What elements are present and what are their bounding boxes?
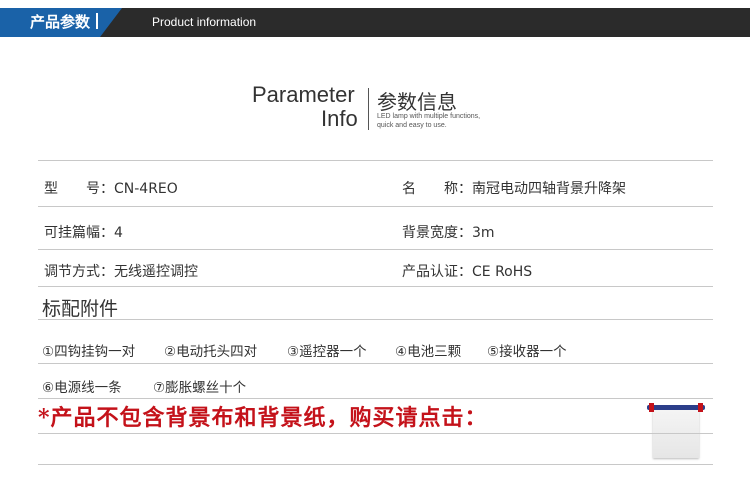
accessory-item: ⑥电源线一条	[42, 380, 122, 396]
param-certification: 产品认证：CE RoHS	[402, 261, 532, 281]
accessories-title: 标配附件	[42, 298, 119, 320]
accessory-item: ⑦膨胀螺丝十个	[153, 380, 247, 396]
divider-line	[38, 286, 713, 287]
title-divider	[96, 13, 99, 29]
section-title-en: Product information	[152, 15, 257, 29]
rod-end-cap-icon	[698, 403, 703, 412]
heading-en-line1: Parameter	[252, 82, 355, 107]
heading-divider	[368, 88, 369, 130]
accessory-item: ④电池三颗	[395, 344, 462, 360]
accessory-item: ⑤接收器一个	[487, 344, 567, 360]
purchase-notice: *产品不包含背景布和背景纸，购买请点击：	[38, 405, 488, 431]
param-value: CE RoHS	[472, 264, 533, 280]
divider-line	[38, 398, 713, 399]
param-value: 无线遥控调控	[114, 264, 198, 280]
accessory-item: ①四钩挂钩一对	[42, 344, 136, 360]
param-model: 型 号：CN-4REO	[44, 178, 178, 198]
param-label: 产品认证：	[402, 264, 472, 280]
param-label: 名 称：	[402, 181, 472, 197]
accessory-item: ②电动托头四对	[164, 344, 258, 360]
divider-line	[38, 319, 713, 320]
param-panels: 可挂篇幅：4	[44, 222, 123, 242]
param-label: 型 号：	[44, 181, 114, 197]
heading-subtitle-line2: quick and easy to use.	[377, 122, 447, 129]
param-control: 调节方式：无线遥控调控	[44, 261, 198, 281]
divider-line	[38, 363, 713, 364]
param-value: 3m	[472, 225, 495, 241]
divider-line	[38, 249, 713, 250]
backdrop-product-thumbnail[interactable]	[647, 403, 705, 461]
param-value: 南冠电动四轴背景升降架	[472, 181, 626, 197]
param-label: 调节方式：	[44, 264, 114, 280]
divider-line	[38, 433, 713, 434]
heading-cn: 参数信息	[377, 90, 457, 114]
rod-end-cap-icon	[649, 403, 654, 412]
param-label: 背景宽度：	[402, 225, 472, 241]
param-value: 4	[114, 225, 123, 241]
divider-line	[38, 160, 713, 161]
backdrop-rod-icon	[647, 405, 705, 410]
param-label: 可挂篇幅：	[44, 225, 114, 241]
heading-en-line2: Info	[321, 106, 358, 131]
divider-line	[38, 206, 713, 207]
param-width: 背景宽度：3m	[402, 222, 495, 242]
heading-subtitle: LED lamp with multiple functions, quick …	[377, 112, 517, 130]
accessory-item: ③遥控器一个	[287, 344, 367, 360]
param-name: 名 称：南冠电动四轴背景升降架	[402, 178, 626, 198]
section-title-cn: 产品参数	[30, 13, 91, 31]
divider-line	[38, 464, 713, 465]
section-header-bar: 产品参数 Product information	[0, 8, 750, 37]
param-value: CN-4REO	[114, 181, 178, 197]
backdrop-paper-icon	[653, 410, 699, 458]
heading-subtitle-line1: LED lamp with multiple functions,	[377, 113, 481, 120]
section-title-tab: 产品参数	[0, 8, 122, 37]
